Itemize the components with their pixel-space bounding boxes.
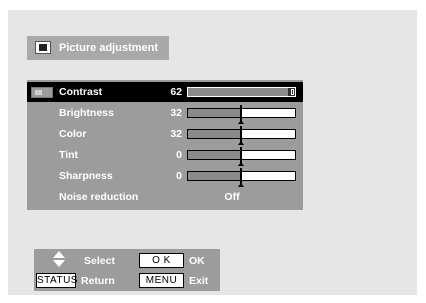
select-label: Select	[84, 255, 115, 267]
menu-item-color[interactable]: Color 32	[27, 124, 303, 145]
menu-item-label: Tint	[59, 149, 79, 161]
menu-item-value: 32	[170, 107, 182, 119]
slider-end-mark	[291, 89, 294, 95]
menu-title-text: Picture adjustment	[59, 42, 159, 54]
menu-key[interactable]: MENU	[139, 273, 184, 288]
picture-adjustment-menu: Contrast 62 Brightness 32 Color 32 Tint …	[27, 80, 303, 210]
menu-item-value: 0	[176, 170, 182, 182]
color-slider[interactable]	[187, 126, 296, 145]
slider-fill	[188, 172, 241, 180]
slider-fill	[188, 88, 288, 96]
brightness-slider[interactable]	[187, 105, 296, 124]
menu-item-brightness[interactable]: Brightness 32	[27, 103, 303, 124]
return-label: Return	[81, 275, 115, 287]
menu-item-value: 62	[170, 86, 182, 98]
menu-item-contrast[interactable]: Contrast 62	[27, 82, 303, 102]
menu-item-tint[interactable]: Tint 0	[27, 145, 303, 166]
slider-fill	[188, 109, 241, 117]
picture-adjust-icon	[35, 41, 51, 54]
up-down-arrows-icon	[53, 251, 65, 268]
menu-item-value: 32	[170, 128, 182, 140]
exit-label: Exit	[189, 275, 209, 287]
status-key[interactable]: STATUS	[36, 273, 77, 288]
menu-item-noise-reduction[interactable]: Noise reduction Off	[27, 187, 303, 207]
key-guide: Select O K OK STATUS Return MENU Exit	[34, 249, 220, 291]
menu-item-label: Noise reduction	[59, 191, 139, 203]
tint-slider[interactable]	[187, 147, 296, 166]
menu-title: Picture adjustment	[27, 36, 169, 60]
menu-item-sharpness[interactable]: Sharpness 0	[27, 166, 303, 187]
ok-label: OK	[189, 255, 205, 267]
menu-item-label: Brightness	[59, 107, 114, 119]
menu-item-label: Color	[59, 128, 87, 140]
ok-key[interactable]: O K	[139, 253, 184, 268]
menu-item-value: Off	[224, 191, 240, 203]
contrast-slider[interactable]	[187, 87, 296, 97]
slider-fill	[188, 130, 241, 138]
menu-item-label: Sharpness	[59, 170, 113, 182]
slider-fill	[188, 151, 241, 159]
menu-item-value: 0	[176, 149, 182, 161]
sharpness-slider[interactable]	[187, 168, 296, 187]
cursor-icon	[31, 87, 53, 98]
menu-item-label: Contrast	[59, 86, 103, 98]
